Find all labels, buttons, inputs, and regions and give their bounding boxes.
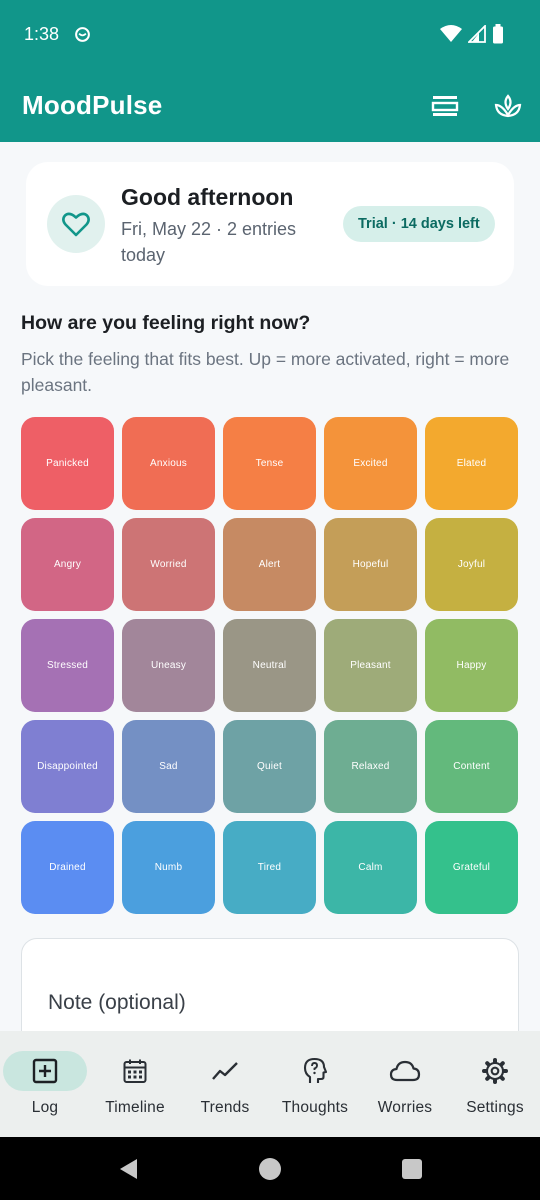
nav-item-thoughts[interactable]: Thoughts [270,1031,360,1137]
mood-grid: Panicked Anxious Tense Excited Elated Angry Wo… [21,417,519,914]
head-question-icon [303,1057,328,1083]
mood-tile-excited[interactable]: Excited [324,417,417,510]
system-navigation-bar [0,1137,540,1200]
heart-icon [62,212,90,237]
view-stream-icon [431,96,459,116]
mood-tile-tense[interactable]: Tense [223,417,316,510]
nav-label: Trends [200,1099,250,1116]
signal-icon [468,25,486,43]
nav-item-settings[interactable]: Settings [450,1031,540,1137]
mood-tile-grateful[interactable]: Grateful [425,821,518,914]
status-bar: 1:38 [0,0,540,70]
gear-icon [482,1058,508,1084]
mood-tile-neutral[interactable]: Neutral [223,619,316,712]
mood-tile-tired[interactable]: Tired [223,821,316,914]
status-icons [440,24,504,44]
nav-icon-pill [363,1051,447,1091]
nav-label: Worries [377,1099,433,1116]
nav-label: Thoughts [281,1099,349,1116]
layout-toggle-button[interactable] [427,88,463,124]
trend-line-icon [212,1062,238,1080]
app-bar: MoodPulse [0,70,540,142]
mood-tile-anxious[interactable]: Anxious [122,417,215,510]
mood-tile-calm[interactable]: Calm [324,821,417,914]
nav-item-log[interactable]: Log [0,1031,90,1137]
nav-item-worries[interactable]: Worries [360,1031,450,1137]
wifi-icon [440,25,462,42]
nav-icon-pill [3,1051,87,1091]
nav-label: Settings [466,1099,524,1116]
mood-tile-panicked[interactable]: Panicked [21,417,114,510]
mood-tile-drained[interactable]: Drained [21,821,114,914]
mood-tile-angry[interactable]: Angry [21,518,114,611]
lotus-icon [494,94,522,118]
back-icon[interactable] [117,1157,141,1181]
nav-item-timeline[interactable]: Timeline [90,1031,180,1137]
greeting-card: Good afternoon Fri, May 22 · 2 entries t… [26,162,514,286]
mood-hint: Pick the feeling that fits best. Up = mo… [21,349,510,395]
greeting-subtitle: Fri, May 22 · 2 entries today [121,219,297,265]
recents-icon[interactable] [400,1157,424,1181]
mood-tile-elated[interactable]: Elated [425,417,518,510]
nav-label: Timeline [105,1099,165,1116]
mood-tile-sad[interactable]: Sad [122,720,215,813]
mood-tile-alert[interactable]: Alert [223,518,316,611]
mindfulness-button[interactable] [490,88,526,124]
mood-tile-uneasy[interactable]: Uneasy [122,619,215,712]
nav-label: Log [31,1099,59,1116]
status-time: 1:38 [24,24,60,44]
nav-icon-pill [273,1051,357,1091]
nav-icon-pill [183,1051,267,1091]
plus-square-icon [32,1058,58,1084]
mood-question: How are you feeling right now? [21,312,311,334]
app-title: MoodPulse [22,90,163,120]
calendar-icon [123,1059,147,1083]
nav-item-trends[interactable]: Trends [180,1031,270,1137]
mood-tile-joyful[interactable]: Joyful [425,518,518,611]
home-icon[interactable] [258,1157,282,1181]
mood-tile-numb[interactable]: Numb [122,821,215,914]
mood-tile-disappointed[interactable]: Disappointed [21,720,114,813]
mood-tile-content[interactable]: Content [425,720,518,813]
nav-icon-pill [93,1051,177,1091]
greeting-title: Good afternoon [121,184,294,210]
note-label: Note (optional) [48,991,186,1014]
trial-badge[interactable]: Trial · 14 days left [343,206,495,242]
mood-tile-relaxed[interactable]: Relaxed [324,720,417,813]
heart-badge [47,195,105,253]
mood-tile-pleasant[interactable]: Pleasant [324,619,417,712]
mood-tile-stressed[interactable]: Stressed [21,619,114,712]
battery-icon [493,24,503,44]
mood-tile-quiet[interactable]: Quiet [223,720,316,813]
mood-tile-happy[interactable]: Happy [425,619,518,712]
cloud-icon [389,1060,421,1082]
nav-icon-pill [453,1051,537,1091]
mood-tile-worried[interactable]: Worried [122,518,215,611]
mood-tile-hopeful[interactable]: Hopeful [324,518,417,611]
app-notification-icon [75,27,90,42]
bottom-navigation: Log Timeline Trends Thoughts Worries Set… [0,1031,540,1137]
